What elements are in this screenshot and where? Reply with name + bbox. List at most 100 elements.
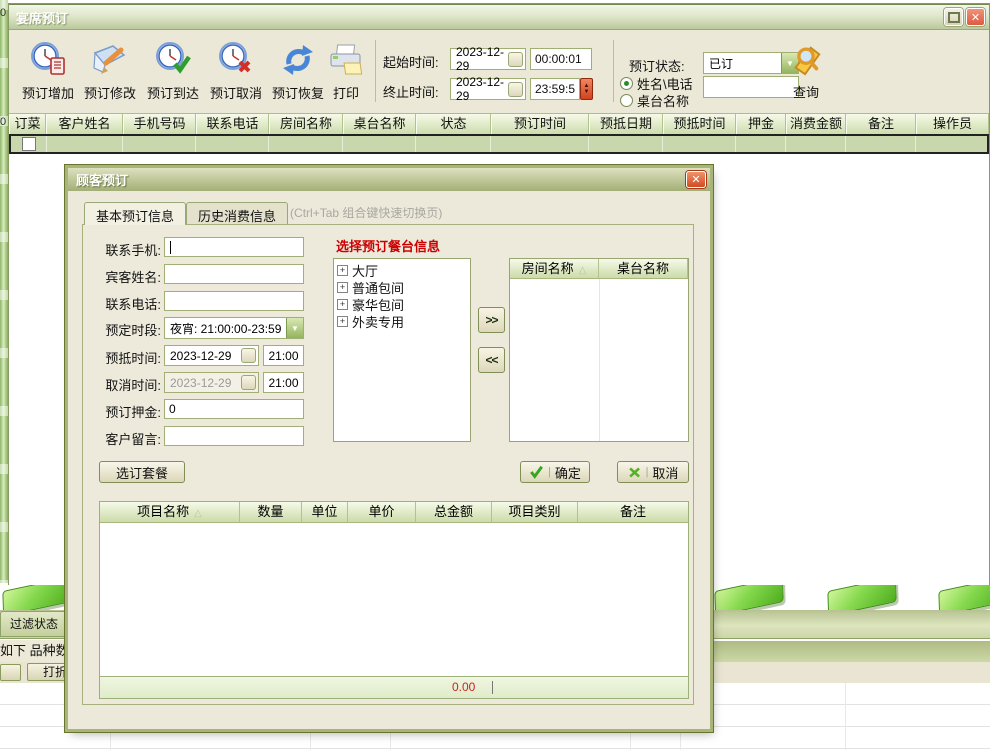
date-picker-button[interactable] [241, 375, 256, 390]
start-time-label: 起始时间: [383, 52, 439, 71]
start-date-field[interactable]: 2023-12-29 [450, 48, 526, 70]
period-select[interactable]: 夜宵: 21:00:00-23:59 [164, 317, 304, 339]
close-button[interactable] [966, 8, 985, 26]
column-header[interactable]: 预抵时间 [663, 114, 736, 135]
column-header[interactable]: 手机号码 [123, 114, 196, 135]
dialog-close-button[interactable] [686, 171, 706, 188]
expand-icon[interactable] [337, 265, 348, 276]
period-label: 预定时段: [91, 320, 161, 339]
background-text-fragment: 如下 品种数 [0, 640, 68, 662]
background-button-fragment[interactable] [0, 664, 21, 681]
modify-reservation-button[interactable]: 预订修改 [79, 38, 141, 108]
window-title: 宴席预订 [16, 8, 68, 27]
date-picker-button[interactable] [508, 52, 523, 67]
date-picker-button[interactable] [508, 82, 523, 97]
column-header[interactable]: 押金 [736, 114, 786, 135]
column-header[interactable]: 预抵日期 [589, 114, 663, 135]
query-button[interactable]: 查询 [788, 42, 824, 101]
column-header[interactable]: 桌台名称 [343, 114, 416, 135]
item-name-column-header[interactable]: 项目名称 [100, 502, 240, 523]
table-name-column-header[interactable]: 桌台名称 [599, 259, 688, 279]
selected-row[interactable] [9, 134, 989, 154]
move-left-button[interactable]: << [478, 347, 505, 373]
text-caret [170, 241, 171, 254]
toolbar-separator [375, 40, 376, 102]
arrive-reservation-button[interactable]: 预订到达 [142, 38, 204, 108]
dialog-title: 顾客预订 [76, 170, 128, 189]
basic-info-panel: 联系手机: 宾客姓名: 联系电话: 预定时段: 夜宵: 21:00:00-23:… [82, 224, 694, 705]
total-amount-column-header[interactable]: 总金额 [416, 502, 492, 523]
guest-name-label: 宾客姓名: [91, 267, 161, 286]
column-header[interactable]: 房间名称 [269, 114, 343, 135]
print-button[interactable]: 打印 [321, 38, 371, 108]
end-time-field[interactable] [530, 78, 580, 100]
date-picker-button[interactable] [241, 348, 256, 363]
expand-icon[interactable] [337, 299, 348, 310]
status-select[interactable]: 已订 [703, 52, 799, 74]
end-date-field[interactable]: 2023-12-29 [450, 78, 526, 100]
tree-item-hall[interactable]: 大厅 [337, 262, 470, 279]
phone-input[interactable] [164, 291, 304, 311]
cancel-time-label: 取消时间: [91, 375, 161, 394]
column-header[interactable]: 预订时间 [491, 114, 589, 135]
restore-reservation-button[interactable]: 预订恢复 [267, 38, 329, 108]
time-spinner[interactable] [580, 78, 593, 100]
start-time-field[interactable] [530, 48, 592, 70]
clock-cancel-icon [217, 41, 255, 79]
cancel-reservation-button[interactable]: 预订取消 [205, 38, 267, 108]
tree-item-normal-room[interactable]: 普通包间 [337, 279, 470, 296]
deposit-label: 预订押金: [91, 402, 161, 421]
screen: 0 0 过滤状态 如下 品种数 打折比例 宴席预订 [0, 0, 990, 750]
mobile-label: 联系手机: [91, 240, 161, 259]
column-header[interactable]: 联系电话 [196, 114, 269, 135]
tab-basic-reservation-info[interactable]: 基本预订信息 [84, 202, 186, 225]
cancel-time-field[interactable]: 21:00 [263, 372, 304, 393]
room-tree: 大厅 普通包间 豪华包间 外卖专用 [333, 258, 471, 442]
unit-column-header[interactable]: 单位 [302, 502, 348, 523]
expand-icon[interactable] [337, 282, 348, 293]
maximize-button[interactable] [944, 8, 963, 26]
column-header[interactable]: 备注 [846, 114, 916, 135]
items-table: 项目名称 数量 单位 单价 总金额 项目类别 备注 0.00 [99, 501, 689, 699]
reservation-grid-header: 订菜 客户姓名 手机号码 联系电话 房间名称 桌台名称 状态 预订时间 预抵日期… [9, 113, 989, 134]
column-header[interactable]: 状态 [416, 114, 491, 135]
remark-column-header[interactable]: 备注 [578, 502, 688, 523]
deposit-input[interactable] [164, 399, 304, 419]
ok-button[interactable]: | 确定 [520, 461, 590, 483]
select-package-button[interactable]: 选订套餐 [99, 461, 185, 483]
expand-icon[interactable] [337, 316, 348, 327]
move-right-button[interactable]: >> [478, 307, 505, 333]
customer-reservation-dialog: 顾客预订 基本预订信息 历史消费信息 (Ctrl+Tab 组合键快速切换页) 联… [68, 168, 710, 729]
chevron-down-icon[interactable] [286, 318, 303, 338]
quantity-column-header[interactable]: 数量 [240, 502, 302, 523]
background-row-number: 0 [0, 116, 8, 128]
end-time-label: 终止时间: [383, 82, 439, 101]
radio-table-name[interactable]: 桌台名称 [620, 91, 689, 110]
search-input[interactable] [703, 76, 799, 98]
unit-price-column-header[interactable]: 单价 [348, 502, 416, 523]
tab-history-consumption-info[interactable]: 历史消费信息 [186, 202, 288, 224]
tree-item-takeout[interactable]: 外卖专用 [337, 313, 470, 330]
check-icon [529, 465, 544, 479]
column-header[interactable]: 操作员 [916, 114, 989, 135]
room-name-column-header[interactable]: 房间名称 [510, 259, 599, 279]
radio-icon [620, 77, 633, 90]
tree-item-luxury-room[interactable]: 豪华包间 [337, 296, 470, 313]
arrive-time-field[interactable]: 21:00 [263, 345, 304, 366]
x-icon [628, 466, 642, 479]
arrive-date-field[interactable]: 2023-12-29 [164, 345, 259, 366]
clock-add-icon [29, 41, 67, 79]
add-reservation-button[interactable]: 预订增加 [17, 38, 79, 108]
item-category-column-header[interactable]: 项目类别 [492, 502, 578, 523]
dialog-tabs: 基本预订信息 历史消费信息 (Ctrl+Tab 组合键快速切换页) [84, 202, 442, 224]
refresh-icon [279, 41, 317, 79]
clock-check-icon [154, 41, 192, 79]
cancel-button[interactable]: | 取消 [617, 461, 689, 483]
mobile-input[interactable] [164, 237, 304, 257]
column-header[interactable]: 消费金额 [786, 114, 846, 135]
search-icon [788, 42, 824, 78]
message-input[interactable] [164, 426, 304, 446]
column-header[interactable]: 客户姓名 [46, 114, 123, 135]
guest-name-input[interactable] [164, 264, 304, 284]
column-header[interactable]: 订菜 [9, 114, 46, 135]
